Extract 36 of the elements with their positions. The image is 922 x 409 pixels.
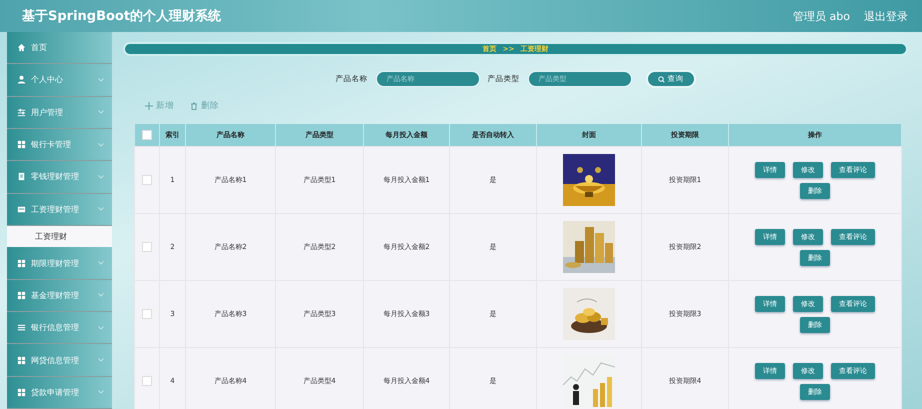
delete-button[interactable]: 删除 bbox=[190, 100, 219, 112]
grid-icon bbox=[17, 388, 26, 397]
home-icon bbox=[17, 43, 26, 52]
sliders-icon bbox=[17, 108, 26, 117]
plus-icon bbox=[145, 102, 153, 110]
grid-icon bbox=[17, 290, 26, 300]
admin-user: 管理员 abo bbox=[793, 8, 850, 24]
list-icon bbox=[17, 323, 26, 332]
sidebar-item[interactable]: 个人中心 bbox=[7, 64, 112, 97]
sidebar-item[interactable]: 基金理财管理 bbox=[7, 280, 112, 312]
sidebar-item[interactable]: 首页 bbox=[7, 32, 112, 64]
sidebar-item[interactable]: 贷款申请管理 bbox=[7, 376, 112, 409]
sidebar-item[interactable]: 银行信息管理 bbox=[7, 312, 112, 344]
app-title: 基于SpringBoot的个人理财系统 bbox=[22, 8, 222, 25]
sidebar-subitem[interactable]: 工资理财 bbox=[7, 226, 112, 248]
grid-icon bbox=[17, 356, 26, 364]
sidebar-item[interactable]: 银行卡管理 bbox=[7, 128, 112, 162]
sidebar-item[interactable]: 期限理财管理 bbox=[7, 247, 112, 280]
user-icon bbox=[17, 75, 26, 84]
row-checkbox[interactable] bbox=[142, 242, 152, 252]
grid-icon bbox=[17, 140, 26, 150]
sidebar-item[interactable]: 工资理财管理 bbox=[7, 194, 112, 226]
row-checkbox[interactable] bbox=[142, 175, 152, 185]
sidebar-item[interactable]: 用户管理 bbox=[7, 96, 112, 129]
card-icon bbox=[17, 204, 26, 214]
logout-link[interactable]: 退出登录 bbox=[864, 8, 908, 24]
grid-icon bbox=[17, 258, 26, 268]
row-checkbox[interactable] bbox=[142, 376, 152, 386]
add-button[interactable]: 新增 bbox=[145, 100, 174, 112]
sidebar-item[interactable]: 网贷信息管理 bbox=[7, 344, 112, 377]
sidebar-item[interactable]: 零钱理财管理 bbox=[7, 161, 112, 194]
select-all-checkbox[interactable] bbox=[142, 130, 152, 140]
document-icon bbox=[17, 172, 26, 182]
search-icon bbox=[658, 76, 664, 82]
row-checkbox[interactable] bbox=[142, 309, 152, 319]
trash-icon bbox=[190, 102, 198, 110]
